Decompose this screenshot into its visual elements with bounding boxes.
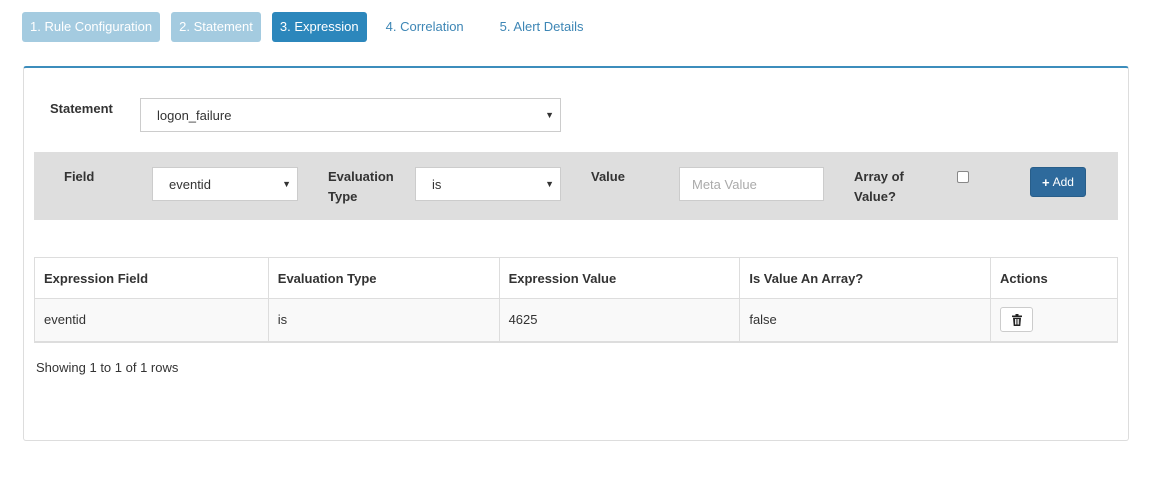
plus-icon: +: [1042, 174, 1050, 190]
step-rule-configuration[interactable]: 1. Rule Configuration: [22, 12, 161, 42]
trash-icon: [1011, 313, 1022, 326]
cell-expression-field: eventid: [34, 298, 269, 343]
column-header-evaluation-type: Evaluation Type: [267, 257, 500, 299]
cell-evaluation-type: is: [267, 298, 500, 343]
array-of-value-checkbox[interactable]: [957, 171, 969, 183]
expression-panel: Statement logon_failure ▼ Field eventid …: [23, 66, 1129, 441]
add-expression-button[interactable]: + Add: [1030, 167, 1086, 197]
step-alert-details[interactable]: 5. Alert Details: [492, 12, 592, 42]
step-correlation[interactable]: 4. Correlation: [378, 12, 472, 42]
delete-expression-button[interactable]: [1000, 307, 1034, 333]
cell-expression-value: 4625: [498, 298, 740, 343]
caret-down-icon: ▼: [282, 179, 291, 189]
evaluation-type-label: Evaluation Type: [328, 169, 394, 204]
statement-select-value: logon_failure: [157, 107, 232, 123]
column-header-expression-value: Expression Value: [498, 257, 740, 299]
pagination-info: Showing 1 to 1 of 1 rows: [36, 360, 179, 375]
value-label: Value: [591, 169, 625, 184]
expression-criteria-bar: Field eventid ▼ Evaluation Type is ▼ Val…: [34, 152, 1118, 220]
table-row: eventid is 4625 false: [34, 298, 1118, 343]
field-select-value: eventid: [169, 176, 211, 192]
field-label: Field: [64, 169, 95, 184]
cell-is-value-an-array: false: [739, 298, 991, 343]
evaluation-type-select-value: is: [432, 176, 442, 192]
array-of-value-label: Array of Value?: [854, 169, 904, 204]
column-header-is-value-an-array: Is Value An Array?: [739, 257, 991, 299]
cell-actions: [990, 298, 1118, 343]
field-select[interactable]: eventid ▼: [152, 167, 298, 201]
column-header-actions: Actions: [990, 257, 1118, 299]
statement-label: Statement: [50, 101, 113, 116]
caret-down-icon: ▼: [545, 110, 554, 120]
expressions-table: Expression Field Evaluation Type Express…: [34, 257, 1118, 343]
evaluation-type-select[interactable]: is ▼: [415, 167, 561, 201]
step-expression[interactable]: 3. Expression: [271, 12, 367, 42]
step-statement[interactable]: 2. Statement: [171, 12, 261, 42]
statement-select[interactable]: logon_failure ▼: [140, 98, 561, 132]
add-button-label: Add: [1052, 175, 1074, 189]
wizard-steps: 1. Rule Configuration 2. Statement 3. Ex…: [22, 12, 612, 42]
meta-value-input[interactable]: [679, 167, 824, 201]
caret-down-icon: ▼: [545, 179, 554, 189]
table-header-row: Expression Field Evaluation Type Express…: [34, 257, 1118, 299]
column-header-expression-field: Expression Field: [34, 257, 269, 299]
